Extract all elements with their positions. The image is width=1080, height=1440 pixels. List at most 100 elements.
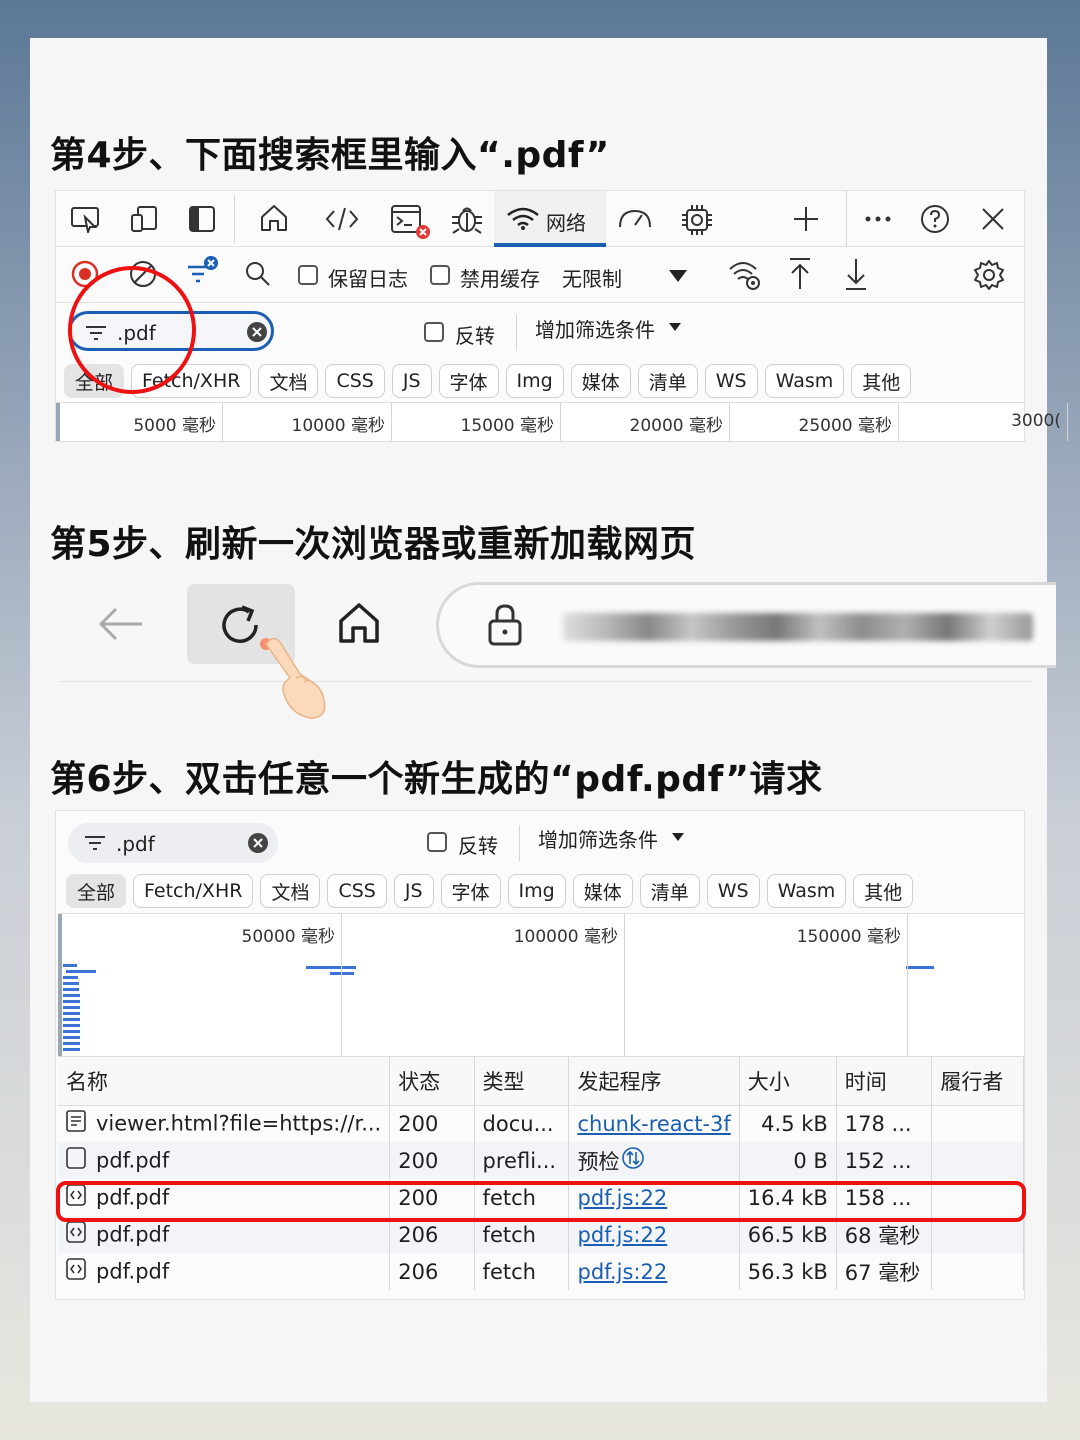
column-header[interactable]: 状态: [389, 1057, 475, 1106]
home-icon[interactable]: [336, 600, 382, 646]
filter-chip[interactable]: WS: [706, 874, 760, 908]
table-row[interactable]: pdf.pdf 200 prefli... 预检 0 B 152 ...: [58, 1142, 1024, 1179]
performance-icon[interactable]: [616, 205, 654, 233]
console-icon[interactable]: [390, 203, 432, 241]
filter-chip[interactable]: CSS: [325, 364, 385, 398]
filter-chip[interactable]: 文档: [260, 874, 321, 908]
timeline-overview: 50000 毫秒 100000 毫秒 150000 毫秒: [58, 913, 1024, 1057]
filter-chip[interactable]: Img: [505, 364, 564, 398]
disable-cache-checkbox[interactable]: [430, 265, 450, 285]
timeline-tick-label: 20000 毫秒: [629, 416, 723, 436]
request-initiator-cell: pdf.js:22: [568, 1253, 740, 1290]
disable-cache-label: 禁用缓存: [460, 267, 540, 291]
invert-checkbox[interactable]: [427, 832, 447, 852]
filter-chip[interactable]: 媒体: [572, 874, 633, 908]
filter-chip[interactable]: 清单: [637, 364, 698, 398]
filter-chip[interactable]: 字体: [438, 364, 499, 398]
filter-chip[interactable]: Wasm: [766, 874, 847, 908]
request-size-cell: 56.3 kB: [739, 1253, 837, 1290]
request-size-cell: 0 B: [739, 1142, 837, 1179]
request-name: pdf.pdf: [96, 1259, 170, 1284]
filter-chip[interactable]: JS: [393, 874, 434, 908]
filter-chip[interactable]: Fetch/XHR: [133, 874, 254, 908]
filter-chip[interactable]: 媒体: [570, 364, 631, 398]
filter-chip[interactable]: WS: [704, 364, 758, 398]
filter-chip[interactable]: Img: [507, 874, 566, 908]
address-bar[interactable]: [436, 582, 1056, 668]
clear-filter-icon[interactable]: [247, 322, 267, 342]
preserve-log-checkbox[interactable]: [298, 265, 318, 285]
divider: [234, 195, 235, 243]
document-icon: [66, 1110, 86, 1137]
request-initiator[interactable]: pdf.js:22: [577, 1223, 667, 1247]
timeline-drag-handle[interactable]: [56, 403, 60, 441]
more-filters-button[interactable]: 增加筛选条件: [538, 824, 658, 853]
chevron-down-icon[interactable]: [671, 832, 685, 842]
lock-icon[interactable]: [487, 603, 523, 647]
filter-chip[interactable]: 字体: [440, 874, 501, 908]
request-initiator: 预检: [577, 1149, 620, 1174]
request-status-cell: 200: [389, 1105, 475, 1142]
highlight-circle: [68, 266, 196, 394]
memory-icon[interactable]: [680, 203, 714, 237]
column-header[interactable]: 履行者: [931, 1057, 1024, 1106]
request-initiator[interactable]: chunk-react-3f: [577, 1112, 730, 1136]
bug-icon[interactable]: [450, 203, 484, 235]
pointing-hand-icon: [260, 634, 330, 722]
more-icon[interactable]: [864, 215, 892, 223]
column-header[interactable]: 名称: [58, 1057, 391, 1106]
dock-icon[interactable]: [188, 205, 216, 233]
step5-heading: 第5步、刷新一次浏览器或重新加载网页: [50, 524, 697, 565]
elements-icon[interactable]: [324, 205, 360, 233]
filter-chip[interactable]: 其他: [851, 364, 912, 398]
column-header[interactable]: 发起程序: [568, 1057, 740, 1106]
filter-icon[interactable]: [186, 255, 220, 289]
devtools-panel-top: 网络 保留日志 禁用缓存 无限制 .pdf 反转 增加筛选条件 全部 Fetch…: [55, 190, 1068, 442]
device-toolbar-icon[interactable]: [130, 205, 160, 233]
throttle-select[interactable]: 无限制: [562, 263, 622, 292]
filter-chip[interactable]: 其他: [853, 874, 914, 908]
inspect-icon[interactable]: [70, 205, 102, 233]
column-header[interactable]: 类型: [474, 1057, 570, 1106]
add-tab-icon[interactable]: [792, 205, 820, 233]
network-conditions-icon[interactable]: [728, 259, 762, 291]
column-header[interactable]: 时间: [836, 1057, 933, 1106]
invert-checkbox[interactable]: [424, 322, 444, 342]
settings-gear-icon[interactable]: [973, 259, 1005, 291]
request-name-cell: pdf.pdf: [58, 1253, 391, 1290]
preflight-info-icon[interactable]: [621, 1146, 645, 1175]
timeline-tick: [1067, 403, 1068, 441]
fetch-icon: [66, 1258, 86, 1285]
filter-chip[interactable]: CSS: [327, 874, 387, 908]
search-icon[interactable]: [244, 260, 272, 288]
back-arrow-icon[interactable]: [96, 604, 146, 644]
request-time: 67 毫秒: [844, 1260, 921, 1285]
home-icon[interactable]: [258, 203, 290, 233]
chevron-down-icon[interactable]: [668, 269, 688, 283]
filter-chip[interactable]: 全部: [66, 874, 127, 908]
filter-chip[interactable]: JS: [391, 364, 432, 398]
filter-chip[interactable]: Wasm: [764, 364, 845, 398]
close-icon[interactable]: [980, 206, 1006, 232]
filter-chip[interactable]: 文档: [258, 364, 319, 398]
more-filters-button[interactable]: 增加筛选条件: [535, 314, 655, 343]
timeline-drag-handle[interactable]: [58, 914, 62, 1056]
column-header[interactable]: 大小: [739, 1057, 837, 1106]
import-har-icon[interactable]: [788, 257, 812, 291]
table-row[interactable]: viewer.html?file=https://r... 200 docu... c…: [58, 1105, 1024, 1142]
export-har-icon[interactable]: [844, 257, 868, 291]
chevron-down-icon[interactable]: [668, 322, 682, 332]
request-type: prefli...: [482, 1149, 557, 1173]
request-initiator-cell: 预检: [568, 1142, 740, 1179]
filter-chip[interactable]: 清单: [639, 874, 700, 908]
clear-filter-icon[interactable]: [248, 833, 268, 853]
timeline-tick: [624, 914, 625, 1056]
help-icon[interactable]: [920, 204, 950, 234]
request-status-cell: 206: [389, 1253, 475, 1290]
tab-network[interactable]: 网络: [494, 191, 606, 247]
filter-input[interactable]: .pdf: [68, 823, 278, 863]
request-initiator[interactable]: pdf.js:22: [577, 1260, 667, 1284]
table-row[interactable]: pdf.pdf 206 fetch pdf.js:22 56.3 kB 67 毫秒: [58, 1253, 1024, 1290]
request-size: 4.5 kB: [761, 1112, 828, 1137]
timeline-tick: [560, 403, 561, 441]
